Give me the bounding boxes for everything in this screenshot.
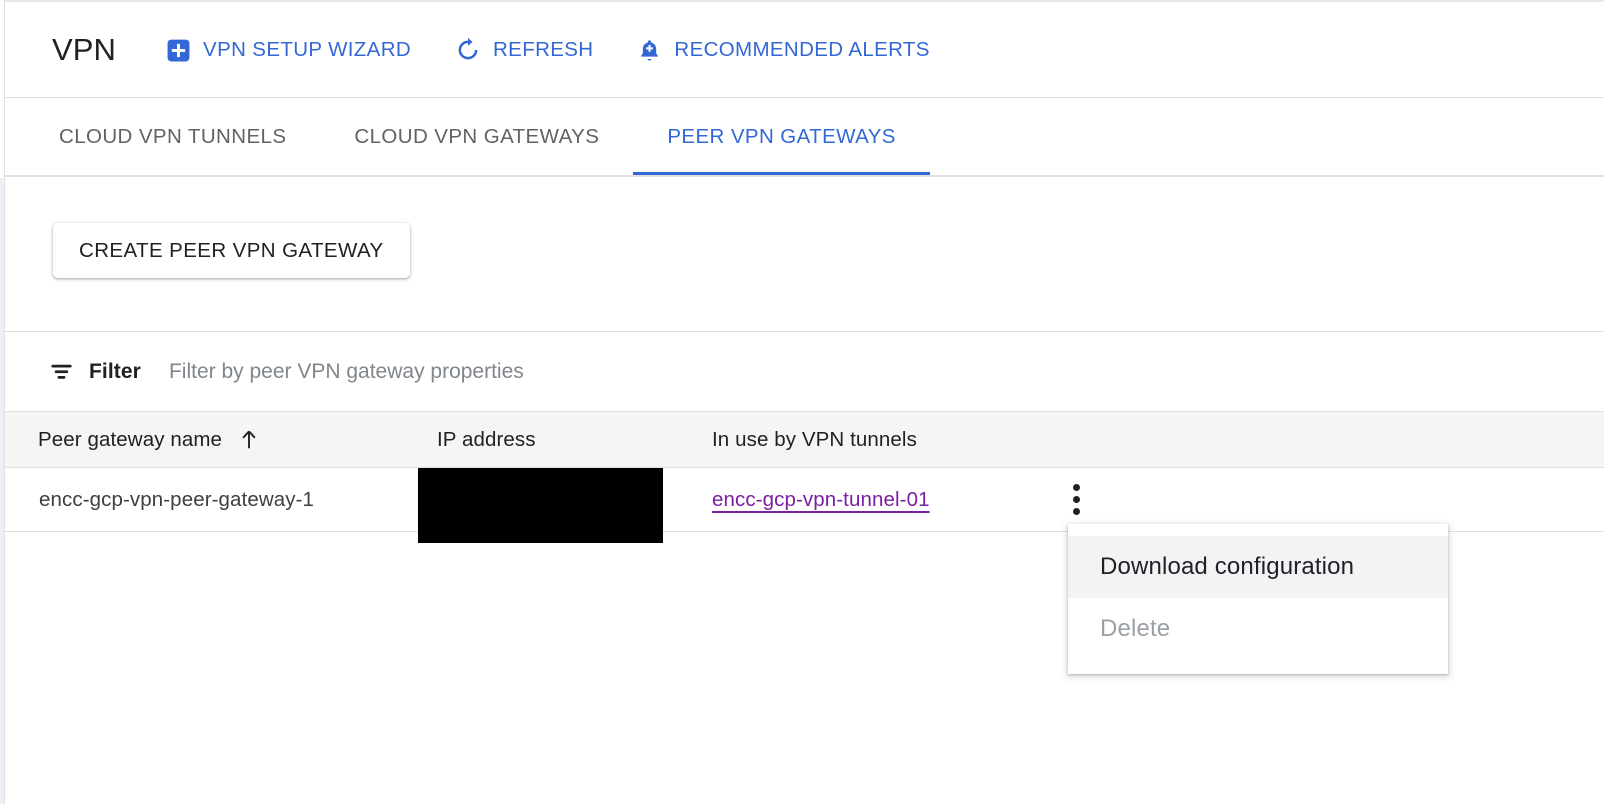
menu-item-delete: Delete (1100, 615, 1171, 642)
plus-box-icon (166, 38, 191, 63)
vpn-tunnel-link[interactable]: encc-gcp-vpn-tunnel-01 (712, 488, 930, 511)
filter-label: Filter (89, 359, 141, 383)
tab-cloud-vpn-gateways[interactable]: CLOUD VPN GATEWAYS (320, 98, 633, 176)
tab-bar: CLOUD VPN TUNNELS CLOUD VPN GATEWAYS PEE… (5, 98, 1604, 176)
kebab-dot-2 (1072, 496, 1080, 503)
refresh-label: REFRESH (493, 38, 594, 61)
column-header-peer-gateway-name[interactable]: Peer gateway name (38, 428, 260, 452)
more-vert-icon[interactable] (1062, 480, 1090, 520)
cell-peer-gateway-name: encc-gcp-vpn-peer-gateway-1 (39, 487, 315, 511)
tab-peer-vpn-gateways[interactable]: PEER VPN GATEWAYS (633, 98, 930, 176)
tab-cloud-vpn-tunnels[interactable]: CLOUD VPN TUNNELS (25, 98, 320, 176)
column-header-peer-gateway-name-label: Peer gateway name (38, 427, 223, 451)
filter-bar: Filter (5, 332, 1604, 411)
action-bar: CREATE PEER VPN GATEWAY (5, 177, 1604, 331)
recommended-alerts-label: RECOMMENDED ALERTS (674, 38, 930, 61)
row-context-menu: Download configuration Delete (1068, 524, 1448, 674)
bell-plus-icon (637, 38, 662, 63)
menu-item-download-configuration[interactable]: Download configuration (1068, 536, 1448, 598)
refresh-button[interactable]: REFRESH (451, 31, 597, 69)
page-header: VPN VPN SETUP WIZARD REFRESH RECOMMENDED… (5, 2, 1604, 98)
peer-vpn-gateways-table: Peer gateway name IP address In use by V… (5, 411, 1604, 543)
column-header-in-use-by-vpn-tunnels[interactable]: In use by VPN tunnels (712, 428, 917, 452)
filter-icon[interactable] (48, 358, 75, 385)
table-header-row: Peer gateway name IP address In use by V… (5, 411, 1604, 468)
recommended-alerts-button[interactable]: RECOMMENDED ALERTS (633, 32, 933, 69)
create-peer-vpn-gateway-button[interactable]: CREATE PEER VPN GATEWAY (53, 223, 410, 278)
header-actions: VPN SETUP WIZARD REFRESH RECOMMENDED ALE… (162, 31, 934, 69)
vpn-setup-wizard-label: VPN SETUP WIZARD (203, 38, 412, 61)
table-row[interactable]: encc-gcp-vpn-peer-gateway-1 encc-gcp-vpn… (5, 468, 1604, 543)
vpn-page: VPN VPN SETUP WIZARD REFRESH RECOMMENDED… (0, 0, 1604, 804)
column-header-ip-address[interactable]: IP address (437, 428, 536, 452)
filter-input[interactable] (168, 359, 869, 384)
cell-ip-address-redacted (418, 468, 663, 543)
kebab-dot-3 (1072, 508, 1080, 515)
arrow-up-icon (238, 428, 260, 452)
kebab-dot-1 (1072, 484, 1080, 491)
vpn-setup-wizard-button[interactable]: VPN SETUP WIZARD (162, 32, 415, 69)
page-title: VPN (52, 32, 117, 67)
cell-in-use-by-vpn-tunnels: encc-gcp-vpn-tunnel-01 (712, 488, 930, 512)
refresh-icon (455, 37, 481, 63)
